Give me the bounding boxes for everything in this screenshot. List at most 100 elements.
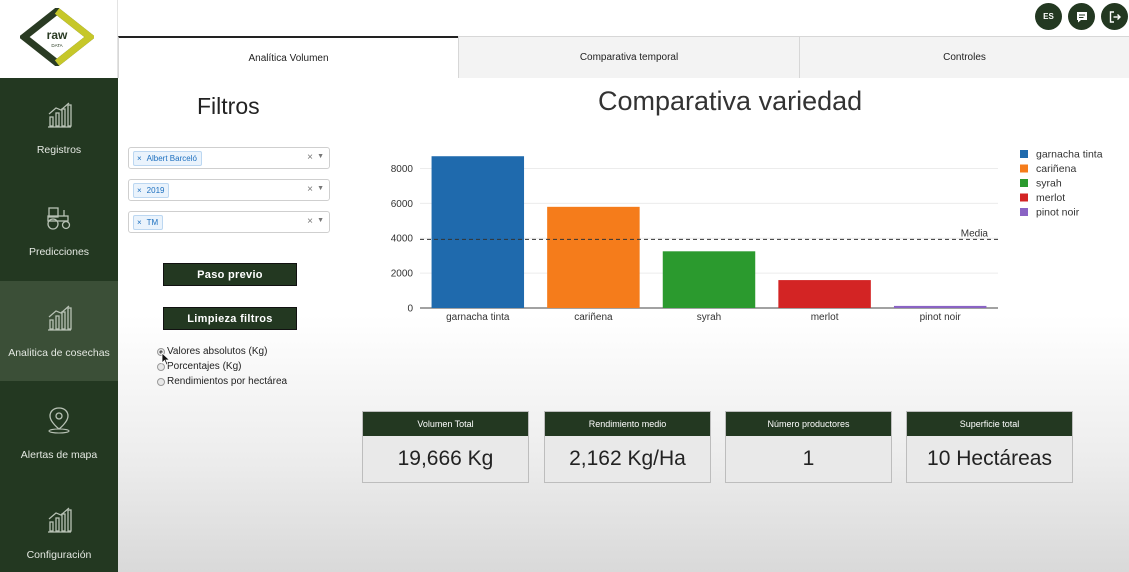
clear-icon[interactable]: × <box>307 184 313 195</box>
chevron-down-icon[interactable]: ▼ <box>317 153 324 160</box>
kpi-value: 2,162 Kg/Ha <box>569 447 686 470</box>
logo-area: raw DATA <box>0 0 118 78</box>
bar-chart-icon <box>48 507 72 533</box>
y-tick-label: 6000 <box>391 199 414 210</box>
bar <box>893 305 987 308</box>
chip-label: TM <box>146 218 159 227</box>
legend-swatch <box>1020 208 1028 216</box>
kpi-value: 19,666 Kg <box>397 447 494 470</box>
chip-label: Albert Barceló <box>146 154 197 163</box>
radio-label: Porcentajes (Kg) <box>167 361 242 372</box>
clear-filters-button[interactable]: Limpieza filtros <box>163 307 297 330</box>
year-select[interactable]: × 2019 × ▼ <box>128 179 330 201</box>
raw-data-logo[interactable]: raw DATA <box>20 8 94 66</box>
radio-yield-per-hectare[interactable]: Rendimientos por hectárea <box>157 376 287 387</box>
sidebar-item-registros[interactable]: Registros <box>0 78 118 178</box>
chat-button[interactable] <box>1068 3 1095 30</box>
chat-icon <box>1076 11 1087 22</box>
tab-label: Comparativa temporal <box>579 52 679 63</box>
tab-label: Controles <box>943 52 986 63</box>
clear-icon[interactable]: × <box>307 152 313 163</box>
y-tick-label: 2000 <box>391 269 414 280</box>
bar-chart: 0 2000 4000 6000 8000 garnacha tinta cariñena s… <box>391 149 1103 324</box>
kpi-card-rendimiento-medio: Rendimiento medio 2,162 Kg/Ha <box>544 411 711 483</box>
prev-step-button[interactable]: Paso previo <box>163 263 297 286</box>
kpi-card-numero-productores: Número productores 1 <box>725 411 892 483</box>
chip-remove-icon[interactable]: × <box>137 218 142 227</box>
chip-remove-icon[interactable]: × <box>137 186 142 195</box>
reference-line-label: Media <box>961 228 989 239</box>
radio-label: Rendimientos por hectárea <box>167 376 288 387</box>
radio-absolute-values[interactable]: Valores absolutos (Kg) <box>157 346 267 357</box>
chip-remove-icon[interactable]: × <box>137 154 142 163</box>
logout-icon <box>1109 10 1121 23</box>
producer-select[interactable]: × Albert Barceló × ▼ <box>128 147 330 169</box>
x-tick-label: garnacha tinta <box>446 312 510 323</box>
legend-label: merlot <box>1036 192 1065 204</box>
top-bar: ES <box>118 0 1129 36</box>
chip-label: 2019 <box>146 186 165 195</box>
kpi-label: Superficie total <box>907 412 1072 436</box>
chevron-down-icon[interactable]: ▼ <box>317 217 324 224</box>
sidebar-item-alertas-de-mapa[interactable]: Alertas de mapa <box>0 383 118 483</box>
tab-controles[interactable]: Controles <box>799 36 1129 78</box>
bar <box>778 280 871 308</box>
bar <box>431 156 525 308</box>
tab-bar: Analítica Volumen Comparativa temporal C… <box>118 36 1129 79</box>
select-chip: × Albert Barceló <box>133 151 202 166</box>
kpi-label: Volumen Total <box>363 412 528 436</box>
legend-label: syrah <box>1036 178 1062 190</box>
kpi-card-volumen-total: Volumen Total 19,666 Kg <box>362 411 529 483</box>
mouse-cursor-icon <box>161 352 171 366</box>
tab-label: Analítica Volumen <box>248 53 329 64</box>
bar-chart-icon <box>48 102 72 128</box>
y-tick-label: 0 <box>407 304 413 315</box>
tab-comparativa-temporal[interactable]: Comparativa temporal <box>458 36 799 78</box>
tab-analitica-volumen[interactable]: Analítica Volumen <box>118 36 458 79</box>
kpi-value: 1 <box>802 447 815 470</box>
x-tick-label: cariñena <box>574 312 613 323</box>
svg-text:raw: raw <box>47 28 68 42</box>
kpi-value: 10 Hectáreas <box>927 447 1052 470</box>
y-tick-label: 4000 <box>391 234 414 245</box>
bar-chart-icon <box>48 305 72 331</box>
sidebar-item-label: Configuración <box>26 549 92 561</box>
x-tick-label: merlot <box>811 312 839 323</box>
main-content: Filtros × Albert Barceló × ▼ × 2019 × ▼ … <box>118 78 1129 572</box>
unit-select[interactable]: × TM × ▼ <box>128 211 330 233</box>
legend-label: cariñena <box>1036 163 1076 175</box>
legend-swatch <box>1020 193 1028 202</box>
bar <box>547 206 640 308</box>
tractor-icon <box>47 207 71 230</box>
sidebar-item-label: Analitica de cosechas <box>8 347 110 359</box>
radio-label: Valores absolutos (Kg) <box>167 346 268 357</box>
clear-icon[interactable]: × <box>307 216 313 227</box>
y-tick-label: 8000 <box>391 164 414 175</box>
sidebar-item-label: Alertas de mapa <box>20 449 98 461</box>
filters-title: Filtros <box>197 93 260 119</box>
chart-title: Comparativa variedad <box>598 86 863 116</box>
map-pin-icon <box>48 407 70 434</box>
radio-button[interactable] <box>157 377 165 386</box>
x-tick-label: pinot noir <box>920 312 962 323</box>
legend-label: garnacha tinta <box>1036 149 1103 161</box>
sidebar: raw DATA Registros Predicciones Analitic… <box>0 0 118 572</box>
sidebar-item-analitica-de-cosechas[interactable]: Analitica de cosechas <box>0 281 118 381</box>
svg-text:DATA: DATA <box>51 43 62 48</box>
legend-swatch <box>1020 179 1028 187</box>
legend-swatch <box>1020 150 1028 158</box>
kpi-label: Número productores <box>726 412 891 436</box>
legend-label: pinot noir <box>1036 207 1080 219</box>
chevron-down-icon[interactable]: ▼ <box>317 185 324 192</box>
bar <box>662 251 756 308</box>
sidebar-item-label: Registros <box>36 144 82 156</box>
logout-button[interactable] <box>1101 3 1128 30</box>
sidebar-item-predicciones[interactable]: Predicciones <box>0 180 118 280</box>
sidebar-item-label: Predicciones <box>28 246 90 258</box>
language-label: ES <box>1043 12 1054 21</box>
sidebar-item-configuracion[interactable]: Configuración <box>0 483 118 572</box>
legend-swatch <box>1020 164 1028 173</box>
language-button[interactable]: ES <box>1035 3 1062 30</box>
select-chip: × TM <box>133 215 164 230</box>
x-tick-label: syrah <box>697 312 721 323</box>
